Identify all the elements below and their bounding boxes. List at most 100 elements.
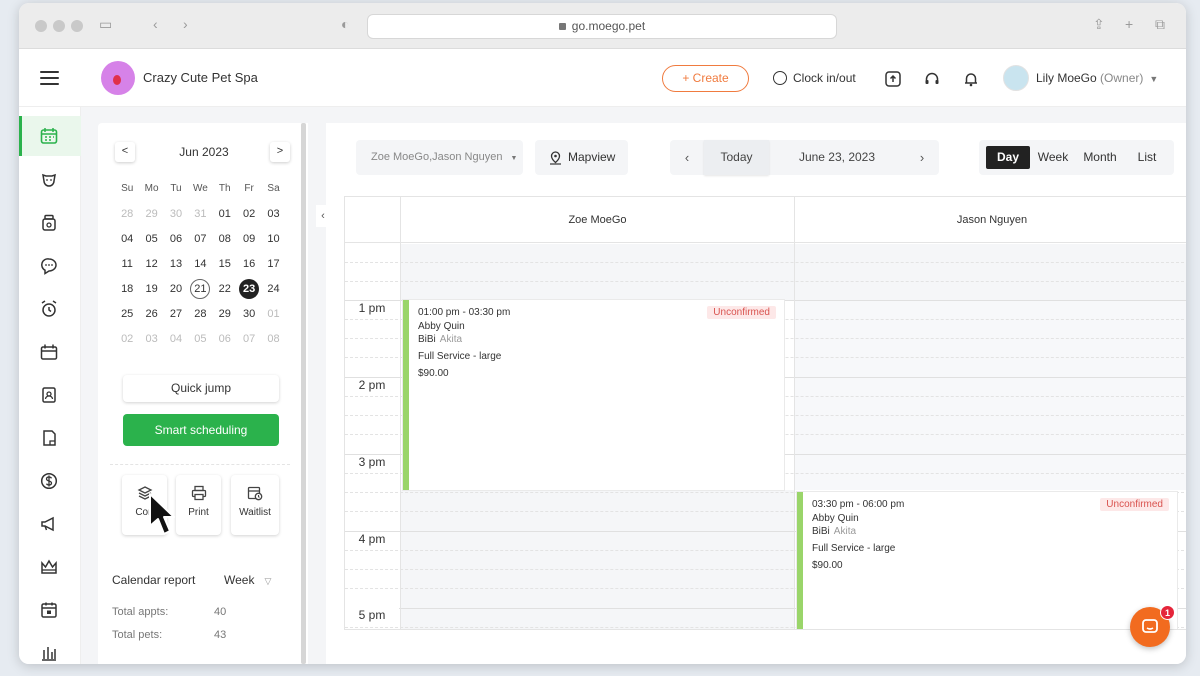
tool-button-print[interactable]: Print <box>176 475 221 535</box>
side-panel-scrollbar[interactable] <box>301 123 306 664</box>
menu-icon[interactable] <box>40 71 59 89</box>
nav-settings[interactable] <box>19 590 81 630</box>
new-tab-icon[interactable]: + <box>1125 16 1133 32</box>
nav-retail[interactable] <box>19 203 81 243</box>
nav-reports[interactable] <box>19 418 81 458</box>
staff-column-header[interactable]: Jason Nguyen <box>795 197 1186 243</box>
current-date[interactable]: June 23, 2023 <box>769 140 905 175</box>
day-number: 25 <box>121 308 134 320</box>
calendar-day[interactable]: 04 <box>115 229 139 254</box>
calendar-day[interactable]: 01 <box>213 204 237 229</box>
business-name[interactable]: Crazy Cute Pet Spa <box>143 70 258 85</box>
calendar-day[interactable]: 05 <box>188 329 212 354</box>
support-chat-button[interactable]: 1 <box>1130 605 1175 647</box>
quick-jump-button[interactable]: Quick jump <box>123 375 279 402</box>
nav-pets[interactable] <box>19 160 81 200</box>
calendar-day[interactable]: 13 <box>164 254 188 279</box>
staff-column-header[interactable]: Zoe MoeGo <box>401 197 794 243</box>
calendar-day[interactable]: 29 <box>213 304 237 329</box>
today-button[interactable]: Today <box>704 140 769 175</box>
calendar-day[interactable]: 17 <box>261 254 285 279</box>
upload-icon[interactable] <box>885 71 901 87</box>
calendar-day[interactable]: 09 <box>237 229 261 254</box>
nav-marketing[interactable] <box>19 504 81 544</box>
calendar-day[interactable]: 30 <box>237 304 261 329</box>
calendar-day[interactable]: 29 <box>139 204 163 229</box>
share-icon[interactable]: ⇪ <box>1093 16 1105 33</box>
calendar-day[interactable]: 28 <box>115 204 139 229</box>
calendar-day[interactable]: 15 <box>213 254 237 279</box>
clock-in-out-button[interactable]: Clock in/out <box>773 71 856 85</box>
privacy-shield-icon[interactable]: ◐ <box>341 16 349 32</box>
tab-month[interactable]: Month <box>1077 146 1123 169</box>
back-icon[interactable]: ‹ <box>153 16 158 32</box>
calendar-day[interactable]: 26 <box>139 304 163 329</box>
calendar-day[interactable]: 06 <box>164 229 188 254</box>
calendar-day[interactable]: 07 <box>188 229 212 254</box>
calendar-day[interactable]: 03 <box>261 204 285 229</box>
calendar-day[interactable]: 08 <box>213 229 237 254</box>
nav-calendar[interactable] <box>19 116 81 156</box>
calendar-day[interactable]: 01 <box>261 304 285 329</box>
calendar-day[interactable]: 30 <box>164 204 188 229</box>
calendar-day[interactable]: 22 <box>213 279 237 304</box>
calendar-day[interactable]: 04 <box>164 329 188 354</box>
nav-clients[interactable] <box>19 375 81 415</box>
calendar-day[interactable]: 02 <box>115 329 139 354</box>
nav-payments[interactable] <box>19 461 81 501</box>
selected-day[interactable]: 23 <box>237 279 261 304</box>
calendar-day[interactable]: 31 <box>188 204 212 229</box>
nav-reminders[interactable] <box>19 289 81 329</box>
calendar-day[interactable]: 24 <box>261 279 285 304</box>
user-avatar[interactable] <box>1003 65 1029 91</box>
calendar-day[interactable]: 02 <box>237 204 261 229</box>
calendar-day[interactable]: 06 <box>213 329 237 354</box>
address-bar[interactable]: go.moego.pet <box>367 14 837 39</box>
nav-insights[interactable] <box>19 633 81 664</box>
appointment-card[interactable]: 01:00 pm - 03:30 pm Unconfirmed Abby Qui… <box>403 300 784 490</box>
calendar-day[interactable]: 16 <box>237 254 261 279</box>
headset-icon[interactable] <box>924 71 940 87</box>
calendar-day[interactable]: 03 <box>139 329 163 354</box>
chat-bubble-icon <box>41 258 57 275</box>
calendar-day[interactable]: 28 <box>188 304 212 329</box>
next-day-button[interactable]: › <box>905 140 939 175</box>
bell-icon[interactable] <box>963 71 979 87</box>
calendar-day[interactable]: 12 <box>139 254 163 279</box>
calendar-day[interactable]: 05 <box>139 229 163 254</box>
today-day[interactable]: 21 <box>188 279 212 304</box>
calendar-day[interactable]: 11 <box>115 254 139 279</box>
staff-filter-select[interactable]: Zoe MoeGo,Jason Nguyen ▼ <box>356 140 523 175</box>
calendar-day[interactable]: 18 <box>115 279 139 304</box>
nav-messages[interactable] <box>19 246 81 286</box>
calendar-day[interactable]: 19 <box>139 279 163 304</box>
tab-week[interactable]: Week <box>1032 146 1074 169</box>
calendar-day[interactable]: 25 <box>115 304 139 329</box>
sidebar-toggle-icon[interactable]: ▭ <box>99 16 112 33</box>
smart-scheduling-button[interactable]: Smart scheduling <box>123 414 279 446</box>
nav-booking[interactable] <box>19 332 81 372</box>
tool-button-waitlist[interactable]: Waitlist <box>231 475 279 535</box>
report-range-select[interactable]: Week ▽ <box>224 573 271 587</box>
prev-day-button[interactable]: ‹ <box>670 140 704 175</box>
forward-icon[interactable]: › <box>183 16 188 32</box>
calendar-day[interactable]: 07 <box>237 329 261 354</box>
mini-calendar-next-button[interactable]: > <box>270 142 290 162</box>
tab-overview-icon[interactable]: ⧉ <box>1155 16 1165 33</box>
tab-day[interactable]: Day <box>986 146 1030 169</box>
window-minimize-button[interactable] <box>53 20 65 32</box>
calendar-day[interactable]: 27 <box>164 304 188 329</box>
tab-list[interactable]: List <box>1129 146 1165 169</box>
window-zoom-button[interactable] <box>71 20 83 32</box>
mapview-button[interactable]: Mapview <box>535 140 628 175</box>
create-button[interactable]: + Create <box>662 65 749 92</box>
calendar-day[interactable]: 10 <box>261 229 285 254</box>
calendar-day[interactable]: 08 <box>261 329 285 354</box>
calendar-day[interactable]: 14 <box>188 254 212 279</box>
window-close-button[interactable] <box>35 20 47 32</box>
appointment-card[interactable]: 03:30 pm - 06:00 pm Unconfirmed Abby Qui… <box>797 492 1177 629</box>
calendar-day[interactable]: 20 <box>164 279 188 304</box>
business-avatar[interactable] <box>101 61 135 95</box>
nav-membership[interactable] <box>19 547 81 587</box>
user-menu[interactable]: Lily MoeGo (Owner) ▼ <box>1036 71 1158 85</box>
